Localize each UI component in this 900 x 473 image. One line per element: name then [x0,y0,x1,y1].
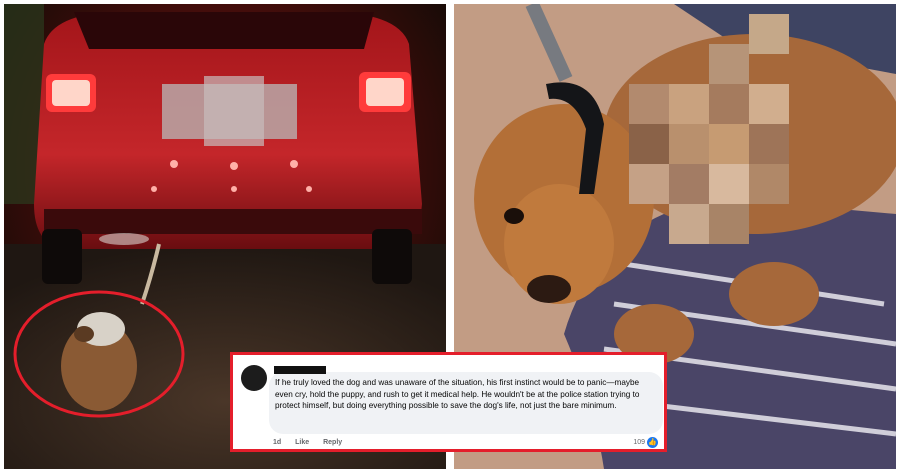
like-link[interactable]: Like [295,439,309,446]
commenter-avatar[interactable] [241,365,267,391]
comment-text: If he truly loved the dog and was unawar… [275,378,640,411]
facebook-comment-card: If he truly loved the dog and was unawar… [230,352,667,452]
redacted-commenter-name [274,366,326,374]
reaction-count: 109 [633,439,645,446]
comment-time: 1d [273,439,282,446]
comment-actions: 1d Like Reply [273,439,354,446]
reply-link[interactable]: Reply [323,439,342,446]
like-thumb-icon: 👍 [647,437,658,448]
reaction-summary[interactable]: 109 👍 [633,437,658,448]
